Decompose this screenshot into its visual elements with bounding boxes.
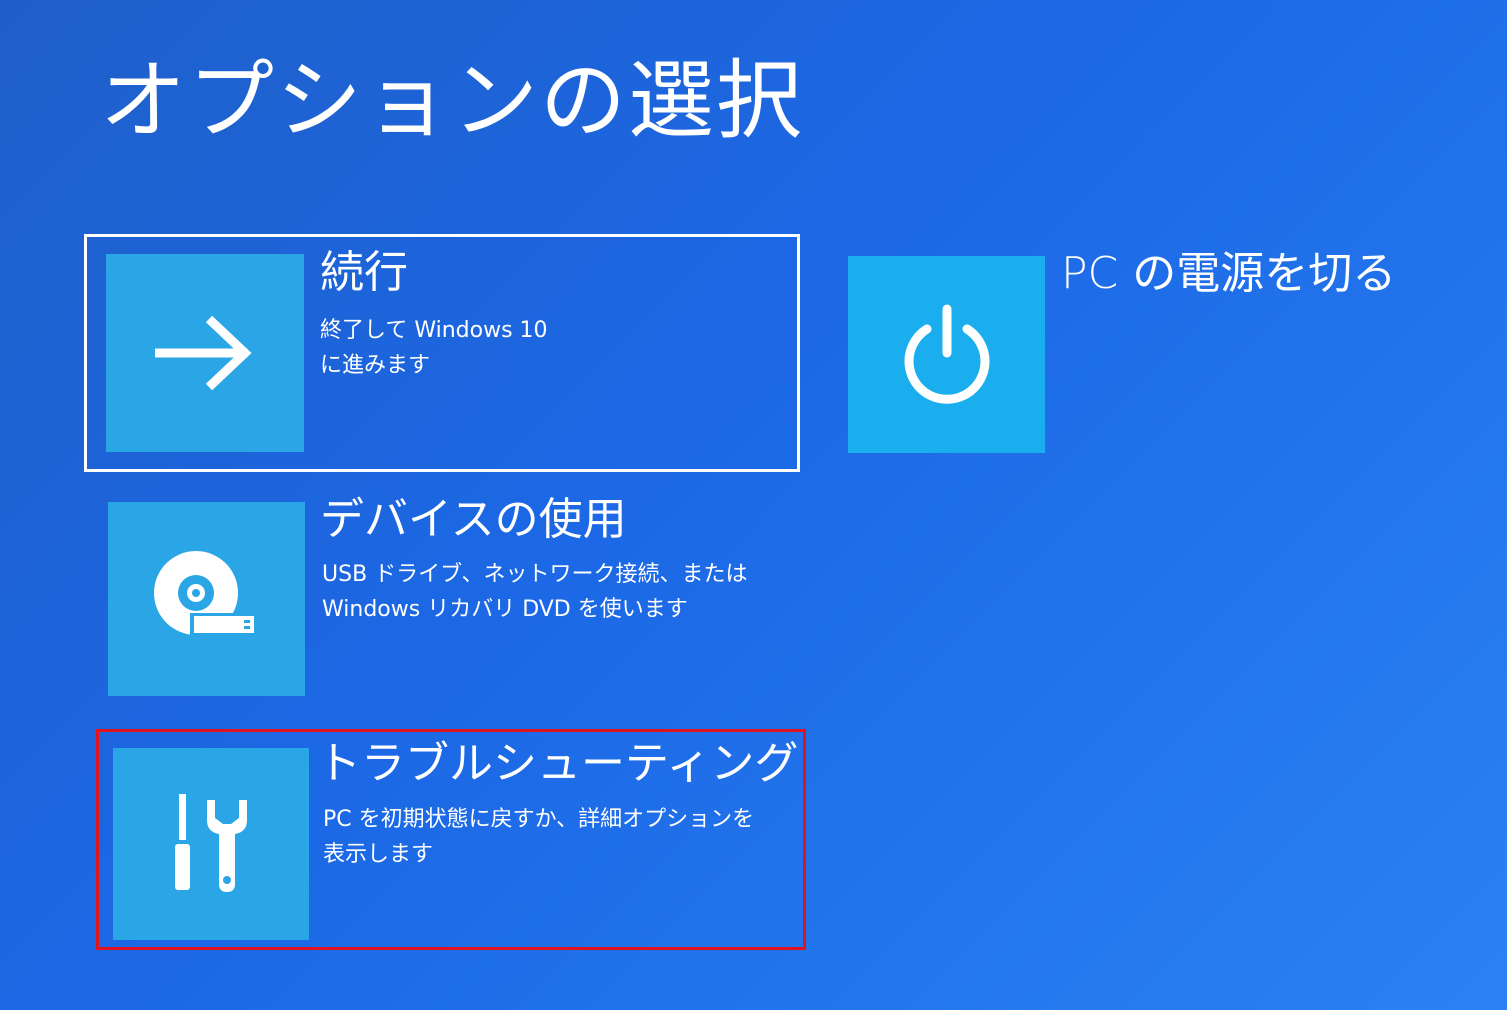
page-title: オプションの選択 [100,51,804,151]
use-device-option[interactable]: デバイスの使用 USB ドライブ、ネットワーク接続、または Windows リカ… [108,495,808,698]
continue-description: 終了して Windows 10 に進みます [320,313,548,383]
power-off-title: PC の電源を切る [1061,248,1397,299]
disc-usb-icon [152,549,262,649]
continue-title: 続行 [320,247,408,298]
continue-desc-line1: 終了して Windows 10 [320,318,548,343]
use-device-description: USB ドライブ、ネットワーク接続、または Windows リカバリ DVD を… [322,557,748,627]
arrow-right-icon [155,313,255,393]
power-icon [899,303,995,407]
troubleshoot-desc-line1: PC を初期状態に戻すか、詳細オプションを [323,807,755,832]
continue-option[interactable]: 続行 終了して Windows 10 に進みます [84,234,800,472]
troubleshoot-option[interactable]: トラブルシューティング PC を初期状態に戻すか、詳細オプションを 表示します [96,729,806,950]
troubleshoot-title: トラブルシューティング [317,738,799,789]
use-device-icon-tile [108,502,305,696]
use-device-desc-line2: Windows リカバリ DVD を使います [322,597,688,622]
troubleshoot-icon-tile [113,748,309,940]
power-off-option[interactable]: PC の電源を切る [848,248,1408,456]
troubleshoot-desc-line2: 表示します [323,842,434,867]
continue-icon-tile [106,254,304,452]
continue-desc-line2: に進みます [320,353,431,378]
power-off-icon-tile [848,256,1045,453]
use-device-desc-line1: USB ドライブ、ネットワーク接続、または [322,562,748,587]
use-device-title: デバイスの使用 [320,494,627,545]
screwdriver-wrench-icon [171,794,251,894]
troubleshoot-description: PC を初期状態に戻すか、詳細オプションを 表示します [323,802,754,872]
